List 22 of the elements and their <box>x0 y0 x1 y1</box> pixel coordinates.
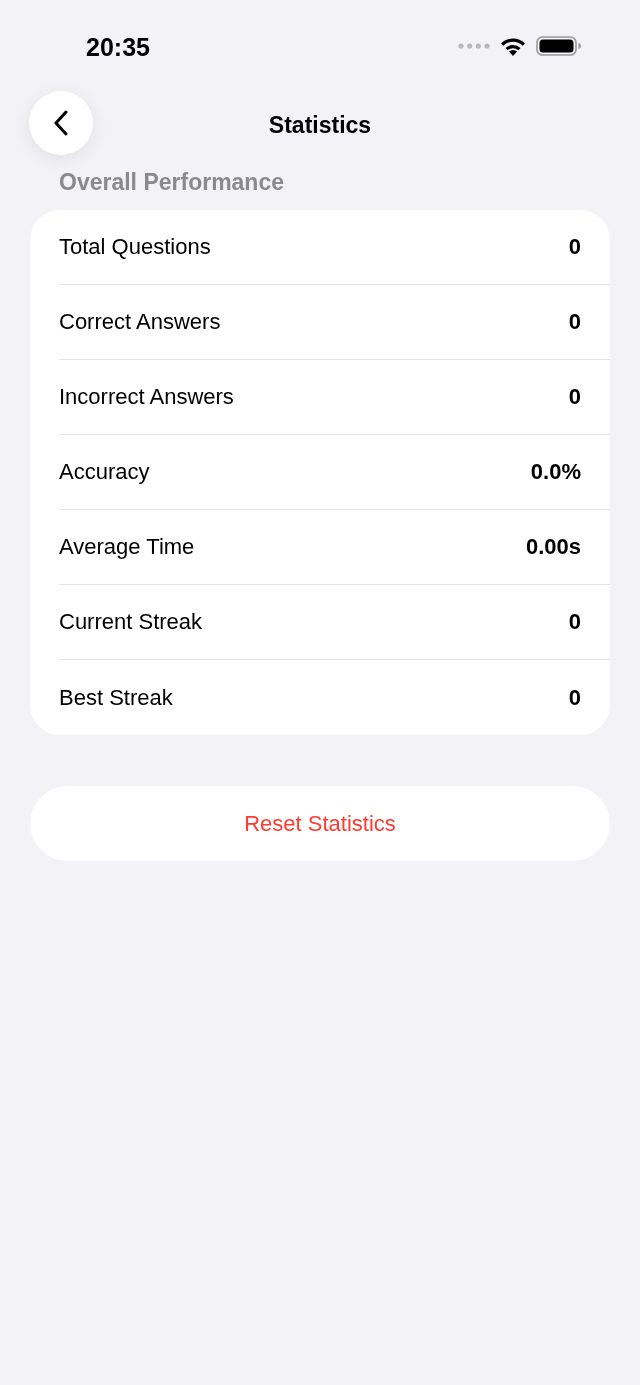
stat-value: 0 <box>568 384 581 410</box>
stat-value: 0 <box>568 309 581 335</box>
stat-value: 0.00s <box>525 534 581 560</box>
stat-label: Current Streak <box>59 609 203 635</box>
section-heading: Overall Performance <box>59 168 285 196</box>
stat-label: Incorrect Answers <box>59 384 234 410</box>
stat-value: 0.0% <box>530 459 581 485</box>
stat-label: Correct Answers <box>59 309 221 335</box>
stat-value: 0 <box>568 684 581 711</box>
stat-label: Average Time <box>59 534 195 560</box>
battery-icon <box>536 36 582 56</box>
status-time: 20:35 <box>86 32 150 63</box>
reset-button[interactable]: Reset Statistics <box>30 786 610 861</box>
signal-dots-icon <box>458 43 490 49</box>
stat-value: 0 <box>568 234 581 260</box>
stat-label: Accuracy <box>59 459 150 485</box>
wifi-icon <box>500 36 526 56</box>
chevron-left-icon <box>53 110 69 136</box>
stat-label: Total Questions <box>59 234 211 260</box>
stat-label: Best Streak <box>59 684 173 711</box>
stat-value: 0 <box>568 609 581 635</box>
screen-title: Statistics <box>268 111 372 139</box>
